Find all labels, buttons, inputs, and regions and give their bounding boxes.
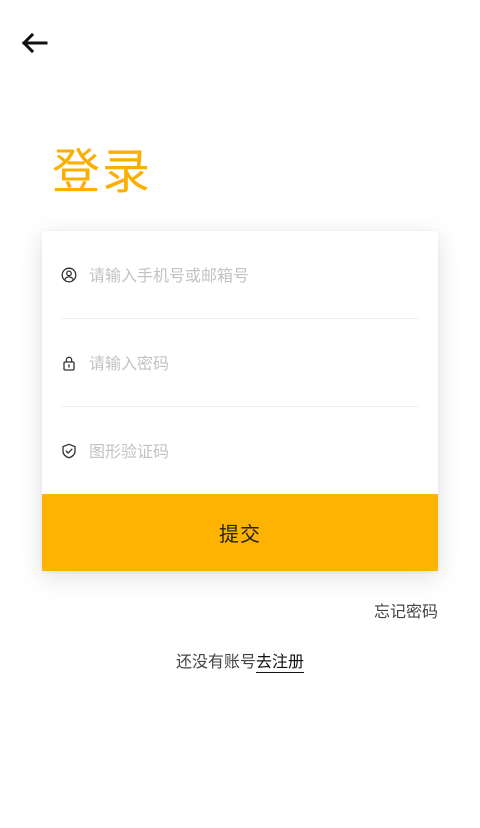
forgot-password-link[interactable]: 忘记密码: [374, 598, 438, 622]
captcha-field: [61, 407, 419, 495]
page-title: 登录: [52, 144, 153, 200]
login-form-card: 提交: [42, 231, 438, 571]
register-link[interactable]: 去注册: [256, 652, 305, 673]
captcha-input[interactable]: [89, 441, 389, 461]
user-circle-icon: [61, 267, 77, 283]
password-input[interactable]: [89, 353, 389, 373]
account-field: [61, 231, 419, 319]
shield-check-icon: [61, 443, 77, 459]
no-account-text: 还没有账号: [175, 652, 256, 671]
password-field: [61, 319, 419, 407]
register-prompt: 还没有账号去注册: [0, 648, 480, 673]
back-button[interactable]: [14, 28, 54, 62]
submit-button[interactable]: 提交: [42, 494, 438, 571]
account-input[interactable]: [89, 265, 389, 285]
arrow-left-icon: [20, 32, 48, 57]
lock-icon: [61, 355, 77, 371]
